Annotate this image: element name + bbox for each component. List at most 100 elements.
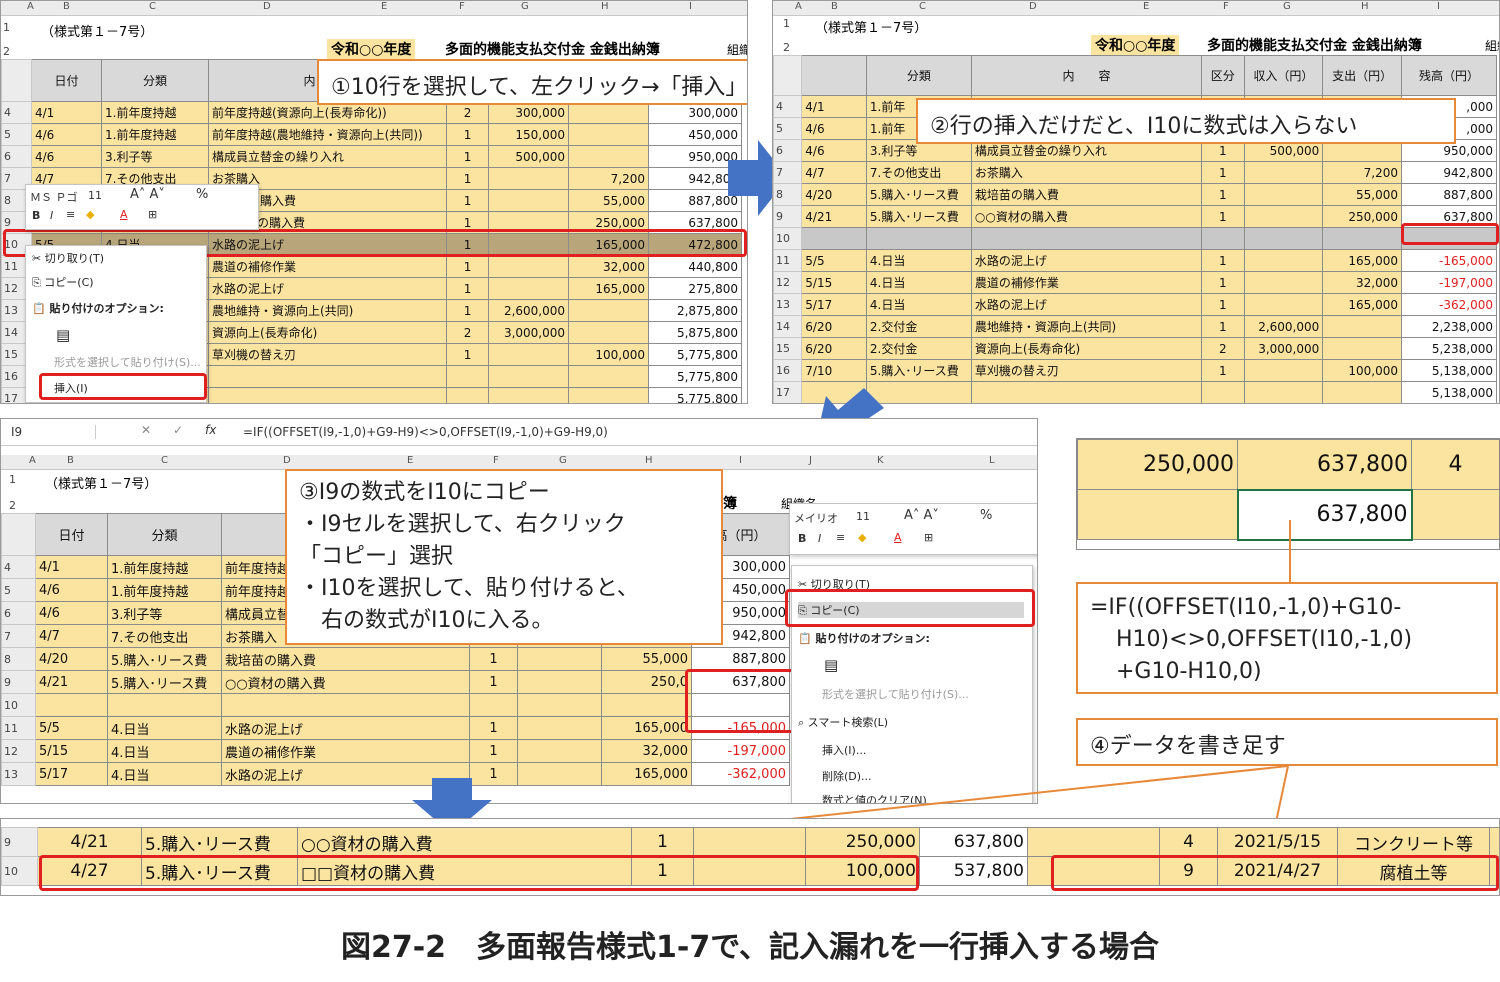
cell-content[interactable]: 資源向上(長寿命化) <box>970 337 1203 360</box>
cell-expense[interactable]: 165,000 <box>1322 249 1403 272</box>
cell-date[interactable]: 6/20 <box>801 315 867 338</box>
border-icon[interactable]: ⊞ <box>924 531 933 544</box>
cell-content[interactable]: 農地維持・資源向上(共同) <box>207 299 448 322</box>
row-number[interactable]: 13 <box>1 762 36 786</box>
cell-category[interactable] <box>865 227 972 250</box>
cell-date[interactable]: 5/15 <box>35 739 108 763</box>
cell-balance[interactable]: 5,775,800 <box>648 365 743 388</box>
cell-kbn[interactable]: 1 <box>631 827 694 857</box>
cell-kbn[interactable]: 1 <box>1201 249 1245 272</box>
cell-income[interactable]: 500,000 <box>488 145 570 168</box>
cell-expense[interactable] <box>601 693 692 717</box>
menu-copy[interactable]: ⎘ コピー(C) <box>32 274 94 290</box>
border-icon[interactable]: ⊞ <box>148 208 157 221</box>
cell-balance[interactable]: -362,000 <box>691 762 790 786</box>
cell-balance[interactable]: 5,875,800 <box>648 321 743 344</box>
cell-item[interactable]: コンクリート等 <box>1337 827 1490 857</box>
row-number[interactable]: 8 <box>1 647 36 671</box>
cell-balance[interactable]: -197,000 <box>1401 271 1497 294</box>
percent-icon[interactable]: % <box>196 187 208 202</box>
paste-button-icon[interactable]: ▤ <box>56 326 70 344</box>
cell-balance[interactable]: 5,138,000 <box>1401 381 1497 403</box>
row-number[interactable]: 5 <box>1 123 32 146</box>
bold-icon[interactable]: B <box>32 209 40 222</box>
menu-cut[interactable]: ✂ 切り取り(T) <box>32 250 104 266</box>
menu-clear[interactable]: 数式と値のクリア(N) <box>822 792 927 803</box>
cell-date[interactable]: 4/21 <box>35 670 108 694</box>
cell-balance[interactable]: 5,138,000 <box>1401 359 1497 382</box>
cell-kbn[interactable] <box>469 693 518 717</box>
cell-category[interactable]: 4.日当 <box>865 271 972 294</box>
row-number[interactable]: 15 <box>773 337 803 360</box>
cell-income[interactable] <box>1243 293 1324 316</box>
cell-expense[interactable] <box>568 299 650 322</box>
mini-toolbar[interactable]: ＭＳ Ｐゴ 11 A˄ A˅ % B I ≡ ◆ A ⊞ <box>25 184 259 230</box>
cell-date[interactable]: 4/7 <box>35 624 108 648</box>
font-color-icon[interactable]: A <box>894 531 902 544</box>
mini-toolbar[interactable]: メイリオ 11 A˄ A˅ % B I ≡ ◆ A ⊞ <box>789 503 1037 555</box>
cell-expense[interactable]: 100,000 <box>568 343 650 366</box>
cell-content[interactable] <box>221 693 470 717</box>
font-color-icon[interactable]: A <box>120 208 128 221</box>
cell-balance[interactable]: 440,800 <box>648 255 743 278</box>
cell-content[interactable]: 資源向上(長寿命化) <box>207 321 448 344</box>
cell-expense[interactable] <box>1322 315 1403 338</box>
cell-date[interactable]: 5/5 <box>801 249 867 272</box>
align-icon[interactable]: ≡ <box>836 531 845 544</box>
cell-expense[interactable]: 250,000 <box>1322 205 1403 228</box>
cell-income[interactable] <box>1243 161 1324 184</box>
cell-kbn[interactable]: 1 <box>446 145 490 168</box>
cell-category[interactable]: 2.交付金 <box>865 315 972 338</box>
cell-content[interactable]: お茶購入 <box>970 161 1203 184</box>
cell-category[interactable]: 5.購入･リース費 <box>865 359 972 382</box>
cell-income[interactable] <box>488 387 570 403</box>
cell-balance[interactable]: 5,775,800 <box>648 343 743 366</box>
cell-kbn[interactable]: 1 <box>1201 161 1245 184</box>
cell-date[interactable]: 4/6 <box>31 123 102 146</box>
cell-date[interactable]: 4/1 <box>801 95 867 118</box>
cell-gap[interactable] <box>1027 827 1160 857</box>
cell-date[interactable]: 4/6 <box>31 145 102 168</box>
cell-income[interactable] <box>488 167 570 190</box>
cell-kbn[interactable]: 1 <box>446 343 490 366</box>
cell-income[interactable] <box>517 716 602 740</box>
cell-kbn[interactable]: 1 <box>446 255 490 278</box>
cell-kbn[interactable]: 1 <box>469 739 518 763</box>
row-number[interactable]: 9 <box>1 827 38 857</box>
cell-income[interactable]: 3,000,000 <box>1243 337 1324 360</box>
cell-date2[interactable]: 2021/5/15 <box>1217 827 1338 857</box>
cell-date[interactable]: 4/1 <box>31 101 102 124</box>
row-number[interactable]: 10 <box>1 856 38 886</box>
cell-income[interactable] <box>517 762 602 786</box>
cell-category[interactable]: 2.交付金 <box>865 337 972 360</box>
cell-date[interactable]: 5/5 <box>35 716 108 740</box>
cell-category[interactable]: 4.日当 <box>107 762 222 786</box>
cell-category[interactable]: 5.購入･リース費 <box>107 670 222 694</box>
cell-expense[interactable]: 55,000 <box>601 647 692 671</box>
cell-end[interactable] <box>1489 827 1499 857</box>
cell-expense[interactable] <box>1322 227 1403 250</box>
cell-kbn[interactable]: 1 <box>446 167 490 190</box>
cell-income[interactable]: 2,600,000 <box>488 299 570 322</box>
menu-paste-special[interactable]: 形式を選択して貼り付け(S)... <box>822 686 969 702</box>
cell-expense[interactable] <box>568 365 650 388</box>
row-number[interactable]: 4 <box>1 101 32 124</box>
fill-color-icon[interactable]: ◆ <box>858 531 866 544</box>
align-icon[interactable]: ≡ <box>66 208 75 221</box>
cell-income[interactable] <box>1243 227 1324 250</box>
bold-icon[interactable]: B <box>798 532 806 545</box>
font-grow-icon[interactable]: A˄ A˅ <box>904 508 939 523</box>
cell-kbn[interactable]: 1 <box>1201 183 1245 206</box>
row-number[interactable]: 11 <box>1 716 36 740</box>
percent-icon[interactable]: % <box>980 508 992 523</box>
cell-date[interactable]: 4/20 <box>801 183 867 206</box>
cell-kbn[interactable] <box>1201 227 1245 250</box>
row-number[interactable]: 6 <box>1 145 32 168</box>
cell-kbn[interactable]: 1 <box>1201 315 1245 338</box>
cell-income[interactable] <box>517 647 602 671</box>
cell-date[interactable]: 4/20 <box>35 647 108 671</box>
row-number[interactable]: 9 <box>773 205 803 228</box>
cell-content[interactable]: ○○資材の購入費 <box>221 670 470 694</box>
cell-income[interactable] <box>1243 271 1324 294</box>
cell-balance[interactable]: 275,800 <box>648 277 743 300</box>
